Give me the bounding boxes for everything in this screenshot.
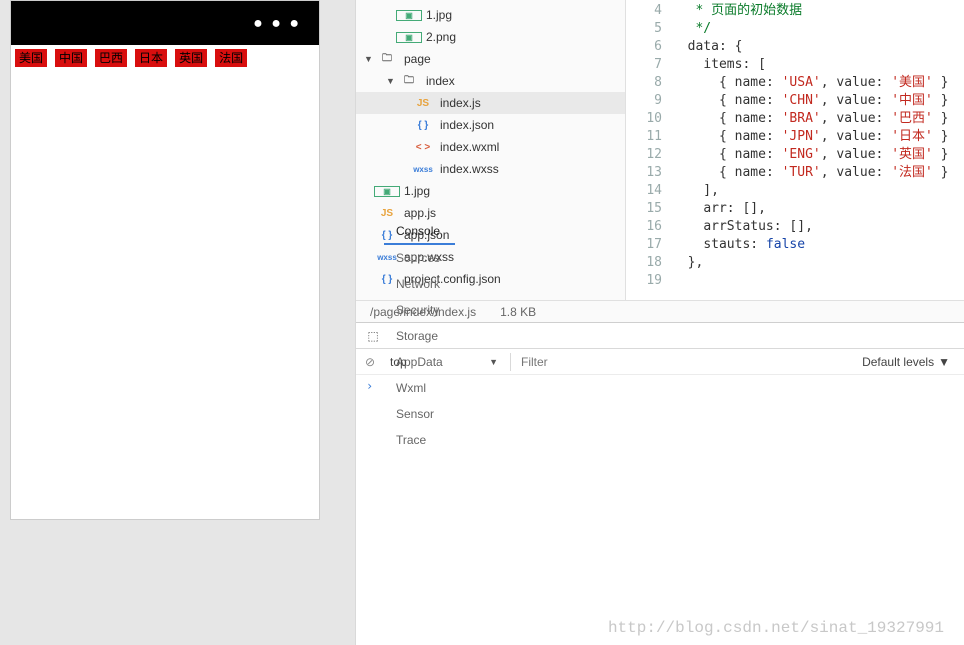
devtools-tab-network[interactable]: Network	[384, 271, 455, 297]
file-size: 1.8 KB	[500, 305, 536, 319]
country-tag[interactable]: 法国	[215, 49, 247, 67]
file-tree-item[interactable]: JSindex.js	[356, 92, 625, 114]
log-levels-selector[interactable]: Default levels ▼	[862, 355, 958, 369]
console-body[interactable]: ›	[356, 375, 964, 645]
log-levels-label: Default levels	[862, 355, 934, 369]
devtools-tabs: ⬚ ConsoleSourcesNetworkSecurityStorageAp…	[356, 323, 964, 349]
country-tag[interactable]: 日本	[135, 49, 167, 67]
devtools-tab-console[interactable]: Console	[384, 219, 455, 245]
file-label: 2.png	[422, 30, 456, 44]
simulator-screen: ● ● ● 美国中国巴西日本英国法国	[10, 0, 320, 520]
file-tree-item[interactable]: wxssindex.wxss	[356, 158, 625, 180]
watermark: http://blog.csdn.net/sinat_19327991	[608, 619, 944, 637]
file-tree-item[interactable]: < >index.wxml	[356, 136, 625, 158]
console-prompt: ›	[366, 379, 373, 393]
code-source[interactable]: * 页面的初始数据 */ data: { items: [ { name: 'U…	[672, 0, 964, 300]
console-toolbar: ⊘ top ▼ Default levels ▼	[356, 349, 964, 375]
file-label: page	[400, 52, 431, 66]
file-tree-item[interactable]: ▣1.jpg	[356, 180, 625, 202]
simulator-pane: ● ● ● 美国中国巴西日本英国法国	[0, 0, 355, 645]
tree-arrow-icon: ▼	[386, 76, 396, 86]
file-type-icon: ▣	[396, 10, 422, 21]
file-type-icon: 🗀	[396, 73, 422, 90]
file-tree-item[interactable]: ▣2.png	[356, 26, 625, 48]
tree-arrow-icon: ▼	[364, 54, 374, 64]
devtools: ⬚ ConsoleSourcesNetworkSecurityStorageAp…	[356, 322, 964, 645]
devtools-tab-storage[interactable]: Storage	[384, 323, 455, 349]
file-label: index.wxss	[436, 162, 499, 176]
file-type-icon: wxss	[410, 165, 436, 174]
divider	[510, 353, 511, 371]
country-tag[interactable]: 美国	[15, 49, 47, 67]
file-type-icon: ▣	[374, 186, 400, 197]
chevron-down-icon: ▼	[938, 355, 950, 369]
file-type-icon: { }	[410, 120, 436, 131]
country-tag[interactable]: 中国	[55, 49, 87, 67]
file-type-icon: ▣	[396, 32, 422, 43]
file-label: 1.jpg	[400, 184, 430, 198]
line-gutter: 45678910111213141516171819	[626, 0, 672, 300]
file-label: index.json	[436, 118, 494, 132]
file-label: index.wxml	[436, 140, 499, 154]
console-filter-input[interactable]	[517, 353, 856, 371]
context-label: top	[390, 355, 407, 369]
chevron-down-icon: ▼	[489, 357, 498, 367]
country-tag[interactable]: 巴西	[95, 49, 127, 67]
inspect-icon[interactable]: ⬚	[362, 329, 384, 343]
file-label: index	[422, 74, 455, 88]
file-label: 1.jpg	[422, 8, 452, 22]
file-type-icon: < >	[410, 142, 436, 153]
menu-dots-icon[interactable]: ● ● ●	[253, 15, 301, 33]
simulator-status-bar: ● ● ●	[11, 1, 319, 45]
context-selector[interactable]: top ▼	[384, 355, 504, 369]
file-tree-item[interactable]: ▼🗀page	[356, 48, 625, 70]
code-editor[interactable]: 45678910111213141516171819 * 页面的初始数据 */ …	[626, 0, 964, 300]
devtools-tab-sources[interactable]: Sources	[384, 245, 455, 271]
file-type-icon: JS	[374, 208, 400, 219]
devtools-tab-security[interactable]: Security	[384, 297, 455, 323]
country-tag[interactable]: 英国	[175, 49, 207, 67]
country-tags: 美国中国巴西日本英国法国	[11, 45, 319, 71]
clear-console-icon[interactable]: ⊘	[362, 355, 378, 369]
file-tree-item[interactable]: ▼🗀index	[356, 70, 625, 92]
file-tree-item[interactable]: { }index.json	[356, 114, 625, 136]
file-tree-item[interactable]: ▣1.jpg	[356, 4, 625, 26]
file-type-icon: JS	[410, 98, 436, 109]
file-type-icon: 🗀	[374, 51, 400, 68]
file-label: index.js	[436, 96, 481, 110]
